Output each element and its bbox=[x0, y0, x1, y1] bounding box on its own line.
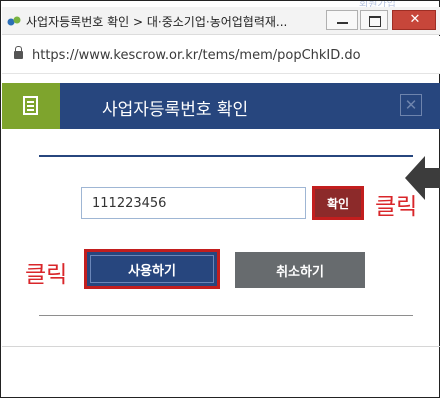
window-title: 사업자등록번호 확인 > 대·중소기업·농어업협력재... bbox=[26, 15, 288, 29]
document-icon bbox=[23, 96, 38, 115]
site-favicon-icon bbox=[7, 16, 21, 26]
use-button[interactable]: 사용하기 bbox=[84, 249, 220, 289]
address-bar[interactable]: https://www.kescrow.or.kr/tems/mem/popCh… bbox=[2, 36, 440, 74]
click-annotation-confirm: 클릭 bbox=[375, 194, 418, 220]
dialog-header: 사업자등록번호 확인 ✕ bbox=[2, 83, 440, 129]
dialog-title: 사업자등록번호 확인 bbox=[102, 100, 249, 120]
address-url[interactable]: https://www.kescrow.or.kr/tems/mem/popCh… bbox=[32, 48, 361, 63]
section-divider-top bbox=[39, 155, 413, 157]
footer-divider bbox=[2, 346, 440, 347]
use-button-inner-border bbox=[90, 255, 214, 283]
document-icon-box bbox=[2, 83, 60, 129]
confirm-button[interactable]: 확인 bbox=[312, 186, 364, 220]
browser-popup-window: 회원가입 사업자등록번호 확인 > 대·중소기업·농어업협력재... ✕ htt… bbox=[0, 0, 440, 398]
section-divider-bottom bbox=[39, 315, 413, 316]
minimize-icon[interactable] bbox=[326, 10, 358, 30]
lock-icon bbox=[14, 46, 23, 59]
click-annotation-use: 클릭 bbox=[25, 262, 68, 288]
close-icon[interactable]: ✕ bbox=[392, 10, 436, 30]
window-titlebar: 사업자등록번호 확인 > 대·중소기업·농어업협력재... ✕ bbox=[2, 7, 440, 35]
cancel-button[interactable]: 취소하기 bbox=[235, 252, 365, 288]
dialog-close-icon[interactable]: ✕ bbox=[400, 94, 422, 116]
maximize-icon[interactable] bbox=[360, 10, 388, 30]
business-number-input[interactable] bbox=[81, 187, 306, 219]
